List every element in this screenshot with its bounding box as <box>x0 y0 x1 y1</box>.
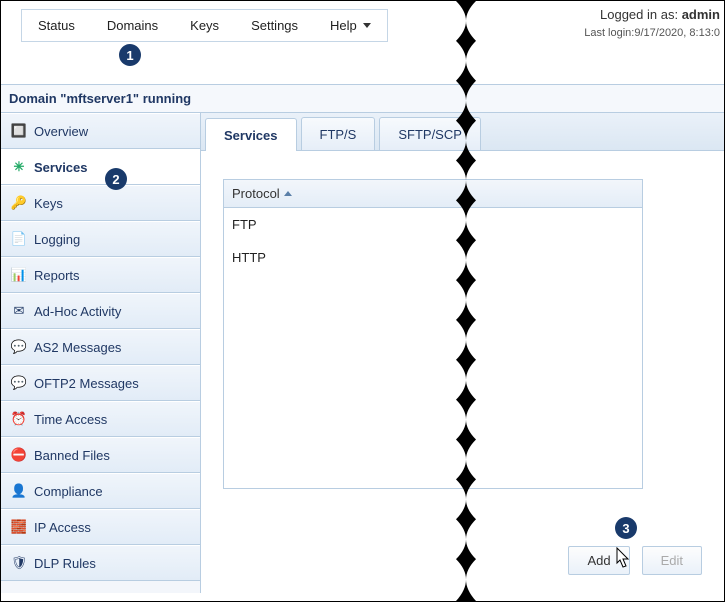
key-icon: 🔑 <box>11 195 27 211</box>
sidebar-item-label: AS2 Messages <box>34 340 121 355</box>
sidebar-item-label: Compliance <box>34 484 103 499</box>
login-prefix: Logged in as: <box>600 7 682 22</box>
menu-keys[interactable]: Keys <box>174 10 235 41</box>
domain-header: Domain "mftserver1" running <box>1 84 724 113</box>
login-last-prefix: Last login: <box>584 27 634 39</box>
reports-icon: 📊 <box>11 267 27 283</box>
sidebar-item-keys[interactable]: 🔑 Keys <box>1 185 200 221</box>
sidebar-item-logging[interactable]: 📄 Logging <box>1 221 200 257</box>
sidebar-item-label: Banned Files <box>34 448 110 463</box>
overview-icon: 🔲 <box>11 123 27 139</box>
sidebar-item-label: OFTP2 Messages <box>34 376 139 391</box>
sidebar-item-compliance[interactable]: 👤 Compliance <box>1 473 200 509</box>
tab-services[interactable]: Services <box>205 118 297 151</box>
sidebar-item-reports[interactable]: 📊 Reports <box>1 257 200 293</box>
login-last-value: 9/17/2020, 8:13:0 <box>634 27 720 39</box>
sidebar-item-ip-access[interactable]: 🧱 IP Access <box>1 509 200 545</box>
sidebar-item-label: Overview <box>34 124 88 139</box>
login-user: admin <box>682 7 720 22</box>
menu-domains[interactable]: Domains <box>91 10 174 41</box>
annotation-badge-1: 1 <box>119 44 141 66</box>
sidebar-item-label: DLP Rules <box>34 556 96 571</box>
sidebar-item-dlp[interactable]: 🛡 DLP Rules <box>1 545 200 581</box>
sidebar-item-overview[interactable]: 🔲 Overview <box>1 113 200 149</box>
banned-icon: ⛔ <box>11 447 27 463</box>
clock-icon: ⏰ <box>11 411 27 427</box>
col-label: Protocol <box>232 186 280 201</box>
chevron-down-icon <box>363 23 371 28</box>
sidebar-item-label: Ad-Hoc Activity <box>34 304 121 319</box>
sidebar-item-as2[interactable]: 💬 AS2 Messages <box>1 329 200 365</box>
menu-status[interactable]: Status <box>22 10 91 41</box>
logging-icon: 📄 <box>11 231 27 247</box>
sidebar-item-label: IP Access <box>34 520 91 535</box>
sidebar-item-adhoc[interactable]: ✉ Ad-Hoc Activity <box>1 293 200 329</box>
sidebar-item-oftp2[interactable]: 💬 OFTP2 Messages <box>1 365 200 401</box>
edit-button: Edit <box>642 546 702 575</box>
sidebar-item-banned-files[interactable]: ⛔ Banned Files <box>1 437 200 473</box>
sidebar-item-label: Time Access <box>34 412 107 427</box>
chat-icon: 💬 <box>11 375 27 391</box>
sidebar: 🔲 Overview ✳ Services 🔑 Keys 📄 Logging 📊… <box>1 113 201 593</box>
content: Services FTP/S SFTP/SCP Protocol FTP HTT… <box>201 113 724 593</box>
add-button[interactable]: Add <box>568 546 629 575</box>
sidebar-item-time-access[interactable]: ⏰ Time Access <box>1 401 200 437</box>
top-menu: Status Domains Keys Settings Help <box>21 9 388 42</box>
login-info: Logged in as: admin Last login:9/17/2020… <box>584 7 720 41</box>
col-protocol[interactable]: Protocol <box>224 180 300 207</box>
tab-ftps[interactable]: FTP/S <box>301 117 376 150</box>
menu-help-label: Help <box>330 18 357 33</box>
mail-icon: ✉ <box>11 303 27 319</box>
sidebar-item-services[interactable]: ✳ Services <box>1 149 200 185</box>
sidebar-item-label: Keys <box>34 196 63 211</box>
annotation-badge-3: 3 <box>615 517 637 539</box>
firewall-icon: 🧱 <box>11 519 27 535</box>
chat-icon: 💬 <box>11 339 27 355</box>
button-bar: Add Edit <box>568 546 702 575</box>
shield-icon: 🛡 <box>11 555 27 571</box>
tab-sftpscp[interactable]: SFTP/SCP <box>379 117 481 150</box>
compliance-icon: 👤 <box>11 483 27 499</box>
menu-settings[interactable]: Settings <box>235 10 314 41</box>
tab-bar: Services FTP/S SFTP/SCP <box>201 113 724 151</box>
sidebar-item-label: Reports <box>34 268 80 283</box>
services-grid: Protocol FTP HTTP <box>223 179 643 489</box>
table-row[interactable]: FTP <box>224 208 642 241</box>
sidebar-item-label: Services <box>34 160 88 175</box>
services-icon: ✳ <box>11 159 27 175</box>
menu-help[interactable]: Help <box>314 10 387 41</box>
table-row[interactable]: HTTP <box>224 241 642 274</box>
sort-asc-icon <box>284 191 292 196</box>
annotation-badge-2: 2 <box>105 168 127 190</box>
grid-header: Protocol <box>224 180 642 208</box>
sidebar-item-label: Logging <box>34 232 80 247</box>
